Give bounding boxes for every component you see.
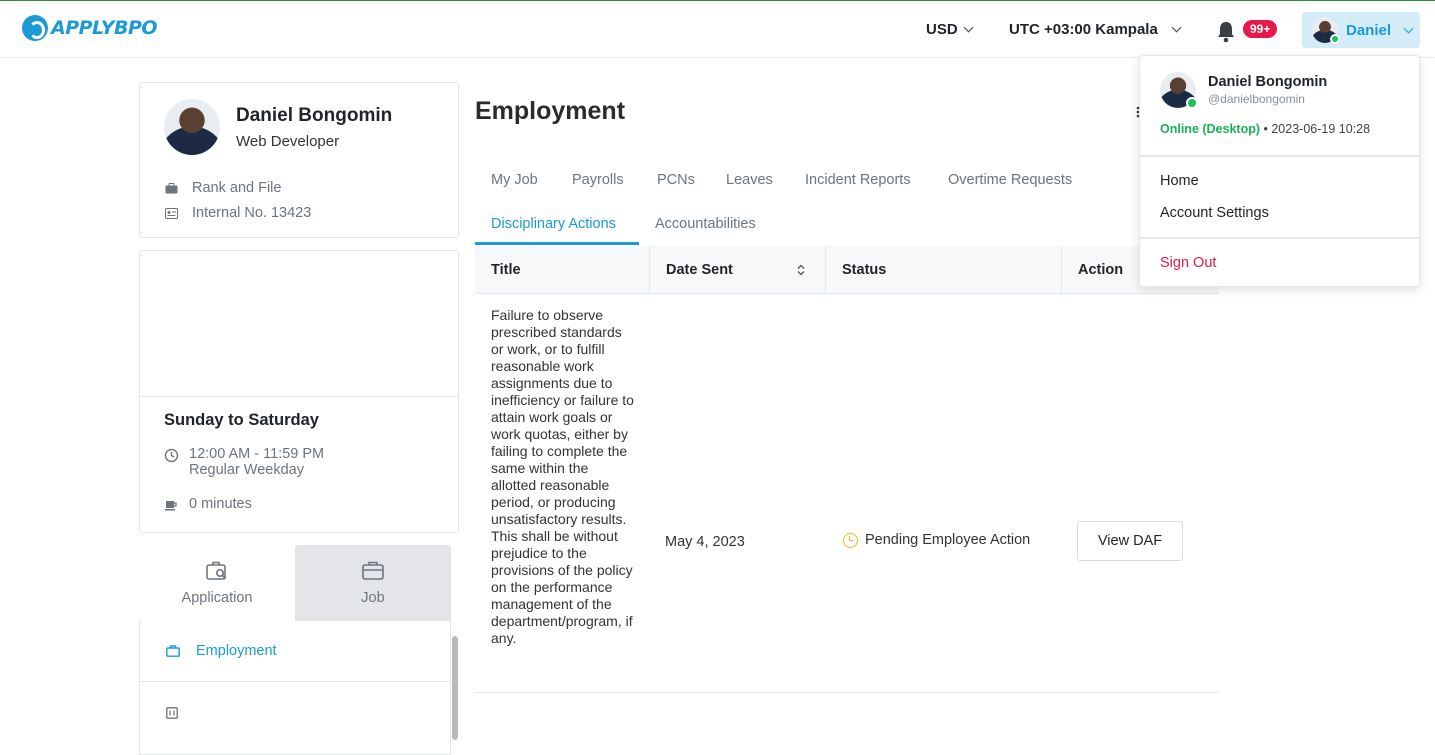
user-dropdown-menu: Daniel Bongomin @danielbongomin Online (… (1139, 55, 1420, 287)
briefcase-icon (166, 645, 180, 657)
left-tab-bar: Application Job (139, 545, 451, 621)
tab-job-label: Job (361, 590, 385, 606)
table-row: Failure to observe prescribed standards … (475, 294, 1219, 693)
briefcase-icon (165, 182, 178, 193)
disciplinary-table: Title Date Sent Status Action Failure to… (475, 246, 1219, 693)
notification-badge[interactable]: 99+ (1243, 20, 1278, 38)
divider (1140, 155, 1419, 157)
row-title: Failure to observe prescribed standards … (491, 307, 634, 646)
rank-label: Rank and File (192, 180, 282, 196)
profile-avatar (164, 99, 220, 155)
clock-icon (164, 448, 179, 463)
user-menu-button[interactable]: Daniel (1302, 12, 1420, 48)
dropdown-user-handle: @danielbongomin (1208, 92, 1305, 106)
tab-incident-reports[interactable]: Incident Reports (805, 172, 911, 188)
briefcase-search-icon (206, 561, 227, 580)
side-item-employment[interactable]: Employment (140, 621, 450, 682)
schedule-card: Sunday to Saturday 12:00 AM - 11:59 PM R… (139, 250, 459, 533)
tab-payrolls[interactable]: Payrolls (572, 172, 624, 188)
sidebar-scrollbar[interactable] (452, 636, 458, 740)
divider (140, 396, 458, 397)
side-item-other[interactable] (140, 682, 450, 743)
bell-icon[interactable] (1216, 21, 1236, 43)
tab-disciplinary-actions[interactable]: Disciplinary Actions (491, 216, 616, 232)
side-menu: Employment (139, 621, 451, 755)
schedule-time-row: 12:00 AM - 11:59 PM Regular Weekday (164, 446, 324, 478)
timezone-selector[interactable]: UTC +03:00 Kampala (1009, 21, 1182, 38)
chevron-down-icon (1403, 23, 1414, 33)
schedule-break-row: 0 minutes (164, 496, 252, 512)
currency-selector[interactable]: USD (926, 21, 974, 38)
menu-item-account-settings[interactable]: Account Settings (1160, 205, 1269, 221)
row-status: Pending Employee Action (843, 532, 1030, 548)
document-icon (166, 706, 178, 719)
presence-status: Online (Desktop) (1160, 122, 1261, 136)
tab-my-job[interactable]: My Job (491, 172, 538, 188)
logo-icon (22, 15, 48, 41)
chevron-down-icon (963, 22, 974, 33)
divider (1140, 237, 1419, 239)
chevron-down-icon (1171, 22, 1182, 33)
dropdown-presence: Online (Desktop) • 2023-06-19 10:28 (1160, 122, 1370, 136)
dropdown-avatar (1160, 72, 1198, 109)
profile-name: Daniel Bongomin (236, 105, 393, 126)
tab-pcns[interactable]: PCNs (657, 172, 695, 188)
avatar (1312, 17, 1340, 44)
tab-job[interactable]: Job (295, 545, 451, 621)
rank-row: Rank and File (165, 180, 281, 196)
profile-role: Web Developer (236, 133, 340, 150)
currency-label: USD (926, 21, 958, 38)
online-status-dot (1330, 34, 1340, 44)
online-status-dot (1186, 97, 1198, 109)
top-bar: APPLYBPO USD UTC +03:00 Kampala 99+ Dani… (0, 0, 1435, 58)
page-title: Employment (475, 97, 626, 125)
column-date-sent[interactable]: Date Sent (650, 246, 826, 294)
side-item-label: Employment (196, 643, 277, 659)
sign-out-button[interactable]: Sign Out (1160, 255, 1216, 271)
dropdown-user-name: Daniel Bongomin (1208, 74, 1328, 90)
brand-name: APPLYBPO (51, 17, 158, 39)
active-tab-indicator (475, 242, 639, 245)
profile-card: Daniel Bongomin Web Developer Rank and F… (139, 82, 459, 238)
row-date-sent: May 4, 2023 (665, 534, 745, 550)
internal-no-row: Internal No. 13423 (165, 205, 311, 221)
presence-last-seen: • 2023-06-19 10:28 (1263, 122, 1371, 136)
table-header: Title Date Sent Status Action (475, 246, 1219, 294)
user-button-label: Daniel (1346, 21, 1392, 39)
menu-item-home[interactable]: Home (1160, 173, 1199, 189)
internal-no-label: Internal No. 13423 (192, 205, 312, 221)
column-title: Title (475, 246, 650, 294)
timezone-label: UTC +03:00 Kampala (1009, 21, 1158, 38)
tab-application[interactable]: Application (139, 545, 295, 621)
tab-leaves[interactable]: Leaves (726, 172, 773, 188)
schedule-time: 12:00 AM - 11:59 PM (189, 446, 325, 462)
tab-application-label: Application (181, 590, 253, 606)
id-card-icon (165, 207, 178, 219)
briefcase-icon (362, 561, 384, 580)
sort-icon[interactable] (797, 264, 805, 276)
tab-accountabilities[interactable]: Accountabilities (655, 216, 756, 232)
coffee-icon (165, 501, 177, 511)
schedule-break: 0 minutes (189, 496, 252, 512)
schedule-type: Regular Weekday (189, 462, 304, 478)
tab-overtime-requests[interactable]: Overtime Requests (948, 172, 1072, 188)
column-status: Status (826, 246, 1062, 294)
view-daf-button[interactable]: View DAF (1077, 521, 1183, 561)
pending-clock-icon (843, 532, 858, 548)
status-label: Pending Employee Action (865, 532, 1031, 548)
schedule-days: Sunday to Saturday (164, 411, 319, 429)
brand-logo[interactable]: APPLYBPO (22, 15, 158, 41)
